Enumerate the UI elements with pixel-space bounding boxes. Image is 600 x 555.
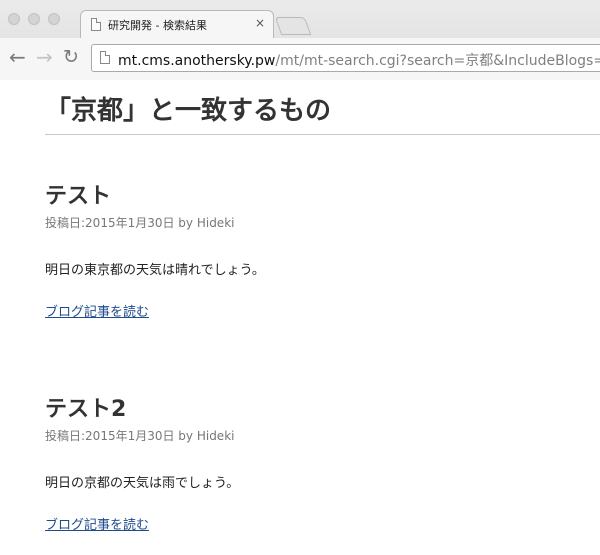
address-bar[interactable]: mt.cms.anothersky.pw/mt/mt-search.cgi?se… (91, 44, 600, 72)
browser-tab[interactable]: 研究開発 - 検索結果 × (80, 10, 274, 38)
search-result-entry: テスト2 投稿日:2015年1月30日 by Hideki 明日の京都の天気は雨… (45, 395, 585, 533)
close-window-button[interactable] (8, 13, 20, 25)
tab-title: 研究開発 - 検索結果 (108, 19, 207, 32)
minimize-window-button[interactable] (28, 13, 40, 25)
entry-meta: 投稿日:2015年1月30日 by Hideki (45, 429, 235, 443)
tab-close-icon[interactable]: × (255, 16, 265, 30)
read-more-link[interactable]: ブログ記事を読む (45, 514, 149, 533)
back-arrow-icon[interactable]: ← (9, 47, 26, 67)
forward-arrow-icon[interactable]: → (36, 47, 53, 67)
document-icon (91, 18, 101, 31)
browser-toolbar: ← → ↻ mt.cms.anothersky.pw/mt/mt-search.… (0, 38, 600, 80)
zoom-window-button[interactable] (48, 13, 60, 25)
url-path: /mt/mt-search.cgi?search=京都&IncludeBlogs… (275, 53, 600, 69)
entry-excerpt: 明日の京都の天気は雨でしょう。 (45, 476, 240, 491)
page-header: 「京都」と一致するもの (45, 94, 600, 135)
entry-excerpt: 明日の東京都の天気は晴れでしょう。 (45, 263, 265, 278)
search-result-entry: テスト 投稿日:2015年1月30日 by Hideki 明日の東京都の天気は晴… (45, 182, 585, 320)
page-icon (100, 51, 110, 64)
url-text[interactable]: mt.cms.anothersky.pw/mt/mt-search.cgi?se… (118, 50, 600, 70)
browser-chrome: 研究開発 - 検索結果 × ← → ↻ mt.cms.anothersky.pw… (0, 0, 600, 80)
page-content: 「京都」と一致するもの テスト 投稿日:2015年1月30日 by Hideki… (0, 80, 600, 555)
read-more-link[interactable]: ブログ記事を読む (45, 301, 149, 320)
entry-title[interactable]: テスト2 (45, 395, 585, 425)
entry-title[interactable]: テスト (45, 182, 585, 212)
page-title: 「京都」と一致するもの (45, 96, 332, 126)
new-tab-button[interactable] (274, 17, 312, 35)
entry-meta: 投稿日:2015年1月30日 by Hideki (45, 216, 235, 230)
url-host: mt.cms.anothersky.pw (118, 53, 276, 69)
reload-icon[interactable]: ↻ (63, 47, 79, 67)
